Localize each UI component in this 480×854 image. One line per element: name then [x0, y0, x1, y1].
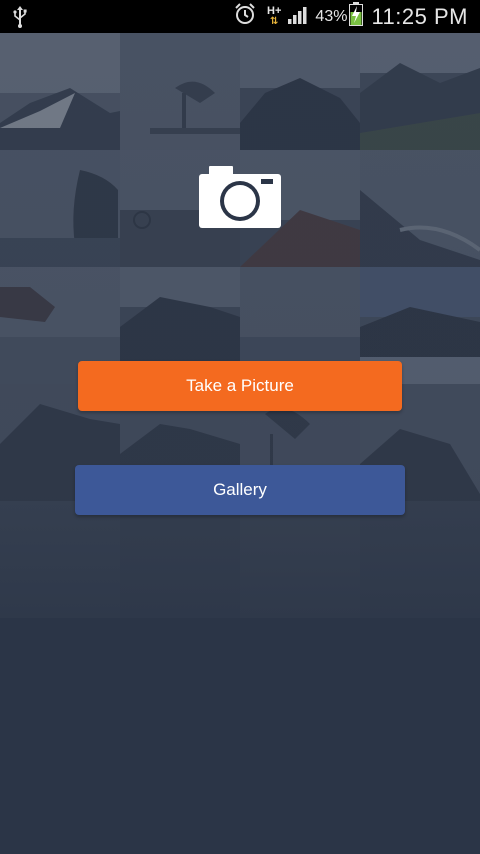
status-clock: 11:25 PM	[371, 3, 468, 29]
dim-overlay	[0, 33, 480, 854]
take-picture-button[interactable]: Take a Picture	[78, 361, 402, 411]
signal-icon	[287, 3, 311, 30]
camera-icon	[199, 166, 281, 228]
status-bar: H+ ⇅ 43% 11:25 PM	[0, 0, 480, 33]
usb-icon	[12, 6, 28, 33]
battery-percent: 43%	[315, 7, 348, 25]
alarm-icon	[233, 2, 257, 31]
battery-charging-icon	[349, 2, 364, 31]
gallery-button[interactable]: Gallery	[75, 465, 405, 515]
data-arrows-icon: ⇅	[270, 16, 279, 27]
